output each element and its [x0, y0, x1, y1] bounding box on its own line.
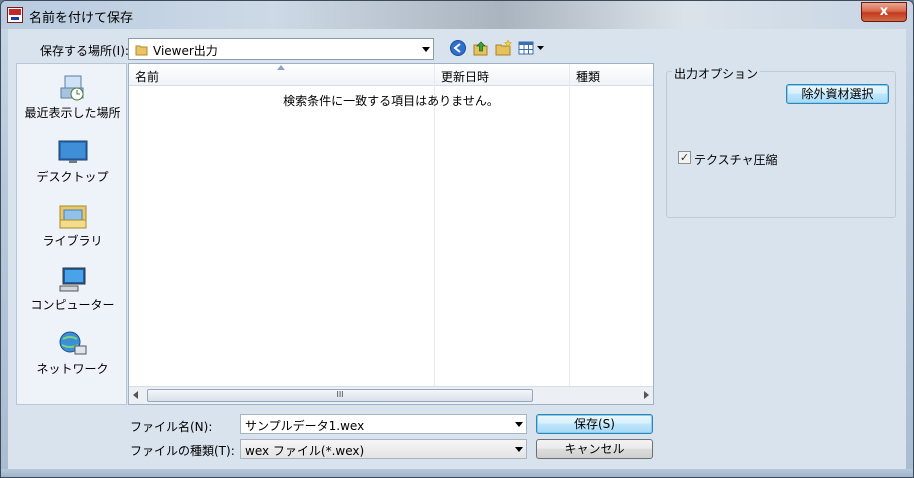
recent-places-icon	[60, 75, 84, 101]
column-header-label: 名前	[135, 70, 160, 84]
libraries-icon	[59, 205, 87, 229]
output-options-title: 出力オプション	[672, 65, 761, 82]
filename-label: ファイル名(N):	[130, 420, 213, 434]
column-header-name[interactable]: 名前	[129, 64, 434, 86]
location-value: Viewer出力	[153, 44, 218, 58]
filetype-label: ファイルの種類(T):	[130, 444, 235, 458]
exclude-materials-button[interactable]: 除外資材選択	[786, 84, 889, 104]
place-recent[interactable]: 最近表示した場所	[17, 68, 128, 130]
app-icon	[7, 7, 23, 23]
sort-ascending-icon	[277, 65, 285, 70]
column-divider	[434, 64, 435, 386]
filename-input[interactable]: サンプルデータ1.wex	[240, 414, 527, 434]
cancel-button[interactable]: キャンセル	[536, 439, 653, 459]
column-header-modified[interactable]: 更新日時	[434, 64, 569, 86]
save-as-dialog: 名前を付けて保存 x 保存する場所(I): Viewer出力 最近表示した場所 …	[0, 0, 914, 478]
column-header-label: 種類	[576, 70, 601, 84]
places-bar: 最近表示した場所 デスクトップ ライブラリ コンピューター ネットワーク	[16, 63, 127, 405]
network-icon	[59, 331, 87, 355]
place-desktop[interactable]: デスクトップ	[17, 132, 128, 194]
filename-value: サンプルデータ1.wex	[245, 419, 365, 433]
place-label: ライブラリ	[42, 234, 103, 248]
file-list[interactable]: 名前 更新日時 種類 検索条件に一致する項目はありません。 III	[128, 63, 654, 405]
close-button[interactable]: x	[861, 2, 907, 22]
scroll-left-icon[interactable]	[133, 391, 138, 399]
place-label: コンピューター	[30, 298, 115, 312]
desktop-icon	[58, 140, 88, 163]
computer-icon	[59, 267, 86, 292]
scroll-right-icon[interactable]	[644, 391, 649, 399]
title-bar[interactable]: 名前を付けて保存 x	[1, 1, 913, 29]
filetype-value: wex ファイル(*.wex)	[245, 444, 365, 458]
texture-compress-checkbox[interactable]: ✓	[678, 151, 691, 164]
column-header-label: 更新日時	[441, 70, 490, 84]
save-button[interactable]: 保存(S)	[536, 414, 653, 434]
chevron-down-icon[interactable]	[515, 447, 523, 452]
texture-compress-label[interactable]: テクスチャ圧縮	[694, 151, 778, 168]
scrollbar-thumb[interactable]: III	[147, 389, 533, 402]
place-label: デスクトップ	[36, 170, 109, 184]
horizontal-scrollbar[interactable]: III	[129, 386, 653, 404]
place-label: ネットワーク	[36, 362, 109, 376]
column-header-type[interactable]: 種類	[569, 64, 653, 86]
chevron-down-icon[interactable]	[422, 47, 430, 52]
place-network[interactable]: ネットワーク	[17, 324, 128, 386]
window-frame-bottom	[1, 469, 913, 477]
filetype-dropdown[interactable]: wex ファイル(*.wex)	[240, 439, 527, 459]
view-menu-icon[interactable]	[518, 39, 546, 57]
location-label: 保存する場所(I):	[40, 44, 129, 58]
dialog-client-area: 保存する場所(I): Viewer出力 最近表示した場所 デスクトップ ライブラ…	[8, 29, 906, 469]
back-icon[interactable]	[449, 39, 467, 57]
place-libraries[interactable]: ライブラリ	[17, 196, 128, 258]
column-divider	[569, 64, 570, 386]
folder-icon	[135, 45, 148, 56]
new-folder-icon[interactable]	[495, 39, 513, 57]
up-folder-icon[interactable]	[472, 39, 490, 57]
empty-list-message: 検索条件に一致する項目はありません。	[283, 94, 499, 108]
window-title: 名前を付けて保存	[29, 11, 134, 26]
chevron-down-icon[interactable]	[515, 422, 523, 427]
place-label: 最近表示した場所	[24, 106, 121, 120]
location-dropdown[interactable]: Viewer出力	[128, 38, 434, 60]
place-computer[interactable]: コンピューター	[17, 260, 128, 322]
